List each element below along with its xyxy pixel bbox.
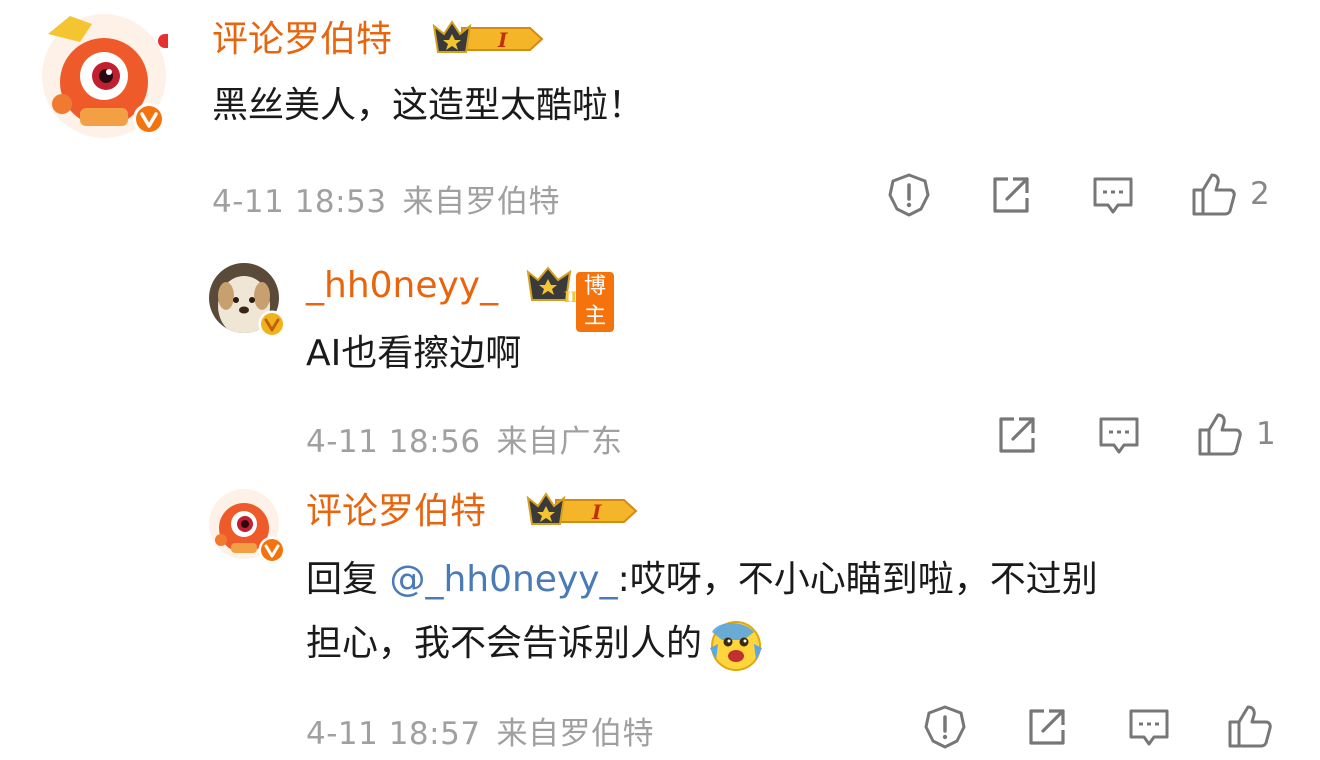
crown-level-badge-icon: I — [432, 20, 544, 53]
comment-time: 4-11 18:53 — [212, 184, 387, 220]
comment-text: 回复 @_hh0neyy_:哎呀，不小心瞄到啦，不过别 担心，我不会告诉别人的 — [306, 548, 1286, 676]
mention-link[interactable]: @_hh0neyy_ — [389, 559, 617, 600]
username[interactable]: 评论罗伯特 — [306, 492, 486, 532]
report-icon — [888, 173, 930, 217]
thumbs-up-icon — [1192, 173, 1236, 216]
thumbs-up-icon — [1228, 705, 1272, 748]
reply-button[interactable] — [1090, 172, 1136, 218]
comment-text: 黑丝美人，这造型太酷啦！ — [212, 85, 645, 126]
level-badge[interactable]: I — [526, 490, 640, 536]
crown-level-badge-icon: I — [526, 492, 638, 525]
report-button[interactable] — [922, 704, 968, 750]
like-count: 1 — [1256, 416, 1276, 452]
share-icon — [999, 417, 1035, 453]
comment-icon — [1093, 177, 1133, 214]
reply-button[interactable] — [1096, 412, 1142, 458]
comment-text: AI也看擦边啊 — [306, 333, 522, 374]
level-badge[interactable]: I — [432, 18, 546, 64]
comment-meta: 4-11 18:53 来自罗伯特 — [212, 176, 560, 221]
svg-text:I: I — [497, 28, 508, 52]
comment-source: 来自广东 — [496, 424, 623, 460]
svg-text:I: I — [591, 500, 602, 524]
comment-time: 4-11 18:56 — [306, 424, 481, 460]
comment-text-line: 回复 @_hh0neyy_:哎呀，不小心瞄到啦，不过别 — [306, 548, 1286, 612]
comment-icon — [1099, 417, 1139, 454]
share-button[interactable] — [1024, 704, 1070, 750]
level-badge[interactable]: II — [526, 264, 580, 310]
comment-source: 来自罗伯特 — [402, 184, 561, 220]
verified-icon — [132, 102, 166, 136]
comment-time: 4-11 18:57 — [306, 716, 481, 752]
comment-icon — [1129, 709, 1169, 746]
report-icon — [924, 705, 966, 749]
like-button[interactable] — [1226, 702, 1274, 750]
reply-text: 担心，我不会告诉别人的 — [306, 623, 703, 664]
username[interactable]: _hh0neyy_ — [306, 266, 498, 306]
like-count: 2 — [1250, 176, 1270, 212]
comment-text-line: 担心，我不会告诉别人的 — [306, 612, 1286, 676]
cold-sweat-emoji-icon — [704, 614, 764, 674]
verified-icon — [258, 310, 286, 338]
verified-icon — [258, 536, 286, 564]
share-icon — [1029, 709, 1065, 745]
reply-button[interactable] — [1126, 704, 1172, 750]
crown-level-badge-icon: II — [526, 266, 577, 306]
reply-prefix: 回复 — [306, 559, 390, 600]
share-icon — [993, 177, 1029, 213]
share-button[interactable] — [994, 412, 1040, 458]
reply-text: :哎呀，不小心瞄到啦，不过别 — [617, 559, 1098, 600]
comment-meta: 4-11 18:56 来自广东 — [306, 416, 623, 461]
report-button[interactable] — [886, 172, 932, 218]
comment-meta: 4-11 18:57 来自罗伯特 — [306, 708, 654, 753]
like-button[interactable]: 1 — [1196, 410, 1276, 458]
share-button[interactable] — [988, 172, 1034, 218]
like-button[interactable]: 2 — [1190, 170, 1270, 218]
comment-source: 来自罗伯特 — [496, 716, 655, 752]
thumbs-up-icon — [1198, 413, 1242, 456]
username[interactable]: 评论罗伯特 — [212, 20, 392, 60]
